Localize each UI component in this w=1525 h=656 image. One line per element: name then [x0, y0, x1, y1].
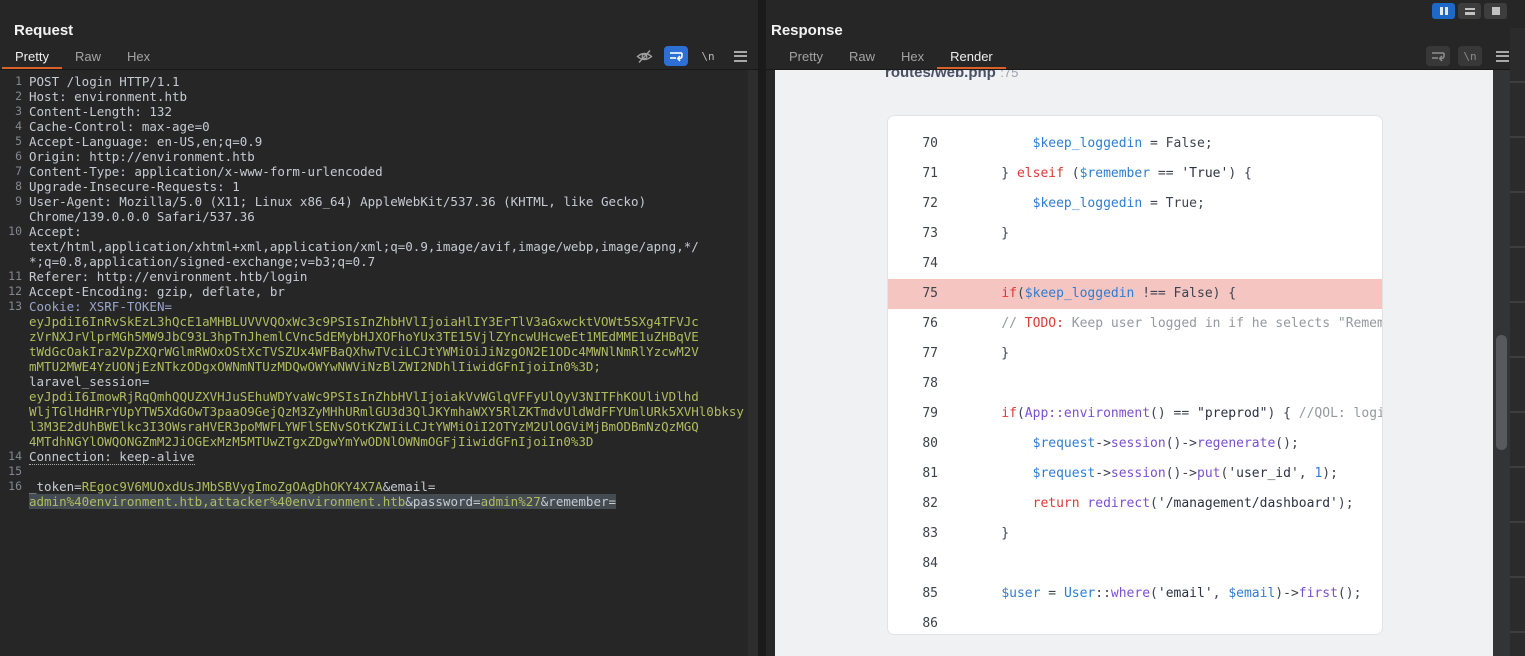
- response-tab-render[interactable]: Render: [937, 47, 1006, 69]
- error-source-heading: routes/web.php :75: [885, 70, 1493, 82]
- code-line: 72 $keep_loggedin = True;: [888, 189, 1382, 219]
- request-line: 1POST /login HTTP/1.1: [0, 74, 748, 89]
- request-line: 4Cache-Control: max-age=0: [0, 119, 748, 134]
- request-toolbar: \n: [632, 46, 752, 66]
- request-line: mMTU2MWE4YzUONjEzNTkzODgxOWNmNTUzMDQwOWY…: [0, 359, 748, 374]
- request-line: 2Host: environment.htb: [0, 89, 748, 104]
- request-line: 5Accept-Language: en-US,en;q=0.9: [0, 134, 748, 149]
- word-wrap-toggle[interactable]: [664, 46, 688, 66]
- newline-icon: \n: [701, 50, 714, 63]
- word-wrap-icon: [1431, 50, 1446, 63]
- code-line: 74: [888, 249, 1382, 279]
- hide-response-button[interactable]: [632, 46, 656, 66]
- show-newlines-toggle-response[interactable]: \n: [1458, 46, 1482, 66]
- code-line: 79 if(App::environment() == "preprod") {…: [888, 399, 1382, 429]
- code-line: 80 $request->session()->regenerate();: [888, 429, 1382, 459]
- response-scrollbar[interactable]: [1493, 70, 1510, 656]
- code-snippet-card: 70 $keep_loggedin = False;71 } elseif ($…: [887, 115, 1383, 635]
- request-line: zVrNXJrVlprMGh5MW9JbC93L3hpTnJhemlCVnc5d…: [0, 329, 748, 344]
- code-line: 85 $user = User::where('email', $email)-…: [888, 579, 1382, 609]
- request-line: 16_token=REgoc9V6MUOxdUsJMbSBVygImoZgOAg…: [0, 479, 748, 494]
- menu-icon: [734, 51, 747, 62]
- word-wrap-icon: [669, 50, 684, 63]
- request-line: 7Content-Type: application/x-www-form-ur…: [0, 164, 748, 179]
- burp-repeater-window: Request Pretty Raw Hex: [0, 0, 1525, 656]
- code-line: 76 // TODO: Keep user logged in if he se…: [888, 309, 1382, 339]
- code-line: 84: [888, 549, 1382, 579]
- request-line: 10Accept:: [0, 224, 748, 239]
- response-tab-hex[interactable]: Hex: [888, 47, 937, 69]
- request-line: tWdGcOakIra2VpZXQrWGlmRWOxOStXcTVSZUx4WF…: [0, 344, 748, 359]
- request-line: eyJpdiI6InRvSkEzL3hQcE1aMHBLUVVVQOxWc3c9…: [0, 314, 748, 329]
- request-line: 9User-Agent: Mozilla/5.0 (X11; Linux x86…: [0, 194, 748, 209]
- request-line: *;q=0.8,application/signed-exchange;v=b3…: [0, 254, 748, 269]
- request-line: 6Origin: http://environment.htb: [0, 149, 748, 164]
- request-line: text/html,application/xhtml+xml,applicat…: [0, 239, 748, 254]
- code-line: 86: [888, 609, 1382, 635]
- request-panel-title: Request: [14, 22, 73, 39]
- request-line: 8Upgrade-Insecure-Requests: 1: [0, 179, 748, 194]
- response-toolbar: \n: [1426, 46, 1514, 66]
- menu-icon: [1496, 51, 1509, 62]
- request-line: 12Accept-Encoding: gzip, deflate, br: [0, 284, 748, 299]
- show-newlines-toggle[interactable]: \n: [696, 46, 720, 66]
- code-line: 75 if($keep_loggedin !== False) {: [888, 279, 1382, 309]
- request-line: 4MTdhNGYlOWQONGZmM2JiOGExMzM5MTUwZTgxZDg…: [0, 434, 748, 449]
- request-line: 3Content-Length: 132: [0, 104, 748, 119]
- code-line: 70 $keep_loggedin = False;: [888, 129, 1382, 159]
- request-panel: Request Pretty Raw Hex: [0, 0, 760, 656]
- eye-off-icon: [636, 49, 653, 64]
- response-tab-pretty[interactable]: Pretty: [776, 47, 836, 69]
- request-line: eyJpdiI6ImowRjRqQmhQQUZXVHJuSEhuWDYvaWc9…: [0, 389, 748, 404]
- request-scrollbar[interactable]: [748, 70, 758, 656]
- response-panel: Response Pretty Raw Hex Render \n: [766, 0, 1510, 656]
- newline-icon: \n: [1463, 50, 1476, 63]
- request-line: 15: [0, 464, 748, 479]
- request-tab-hex[interactable]: Hex: [114, 47, 163, 69]
- request-line: Chrome/139.0.0.0 Safari/537.36: [0, 209, 748, 224]
- request-line: 14Connection: keep-alive: [0, 449, 748, 464]
- code-line: 73 }: [888, 219, 1382, 249]
- source-file-path: routes/web.php: [885, 70, 996, 81]
- source-line-number: :75: [1000, 70, 1018, 80]
- request-tab-raw[interactable]: Raw: [62, 47, 114, 69]
- scrollbar-thumb[interactable]: [1496, 335, 1507, 450]
- request-editor[interactable]: 1POST /login HTTP/1.12Host: environment.…: [0, 70, 748, 656]
- code-line: 77 }: [888, 339, 1382, 369]
- response-panel-title: Response: [771, 22, 843, 39]
- word-wrap-toggle-response[interactable]: [1426, 46, 1450, 66]
- request-line: laravel_session=: [0, 374, 748, 389]
- rendered-response: routes/web.php :75 70 $keep_loggedin = F…: [775, 70, 1493, 656]
- request-line: 13Cookie: XSRF-TOKEN=: [0, 299, 748, 314]
- request-menu-button[interactable]: [728, 46, 752, 66]
- code-line: 82 return redirect('/management/dashboar…: [888, 489, 1382, 519]
- request-line: 11Referer: http://environment.htb/login: [0, 269, 748, 284]
- code-line: 71 } elseif ($remember == 'True') {: [888, 159, 1382, 189]
- response-tabbar: Pretty Raw Hex Render: [766, 47, 1510, 69]
- request-line: WljTGlHdHRrYUpYTW5XdGOwT3paaO9GejQzM3ZyM…: [0, 404, 748, 419]
- code-line: 83 }: [888, 519, 1382, 549]
- code-line: 81 $request->session()->put('user_id', 1…: [888, 459, 1382, 489]
- outer-scrollbar[interactable]: [1510, 28, 1525, 656]
- panel-divider[interactable]: [758, 0, 766, 656]
- request-line: admin%40environment.htb,attacker%40envir…: [0, 494, 748, 509]
- response-tab-raw[interactable]: Raw: [836, 47, 888, 69]
- code-line: 78: [888, 369, 1382, 399]
- request-line: l3M3E2dUhBWElkc3I3OWsraHVER3poMWFLYWFlSE…: [0, 419, 748, 434]
- request-tab-pretty[interactable]: Pretty: [2, 47, 62, 69]
